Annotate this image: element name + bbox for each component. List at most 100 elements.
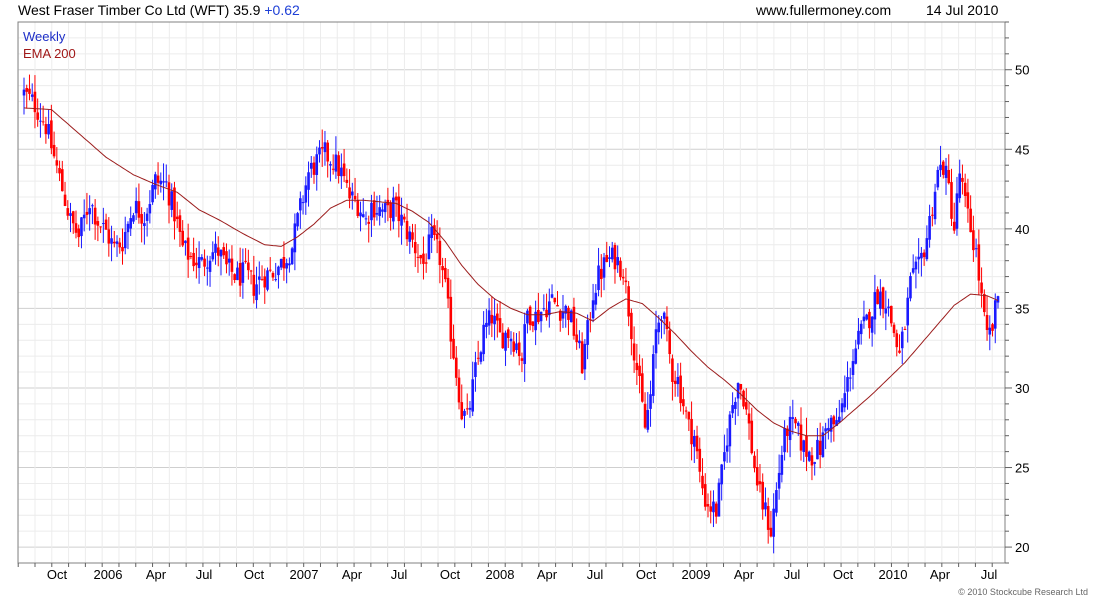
candle bbox=[164, 164, 168, 188]
candle bbox=[766, 497, 770, 544]
candle bbox=[331, 154, 335, 175]
candle-body bbox=[227, 258, 231, 263]
candle bbox=[531, 321, 535, 333]
candle bbox=[110, 225, 113, 262]
candle bbox=[911, 254, 915, 275]
candle-body bbox=[931, 214, 934, 216]
candle bbox=[703, 473, 707, 511]
candle-body bbox=[277, 266, 280, 276]
candle-body bbox=[983, 294, 986, 313]
candle bbox=[457, 369, 461, 410]
candle-body bbox=[487, 310, 491, 326]
candle bbox=[624, 267, 628, 294]
candle bbox=[854, 339, 858, 365]
y-tick-label: 25 bbox=[1015, 461, 1029, 476]
candle bbox=[85, 192, 89, 225]
candle bbox=[348, 169, 351, 209]
candle bbox=[725, 428, 729, 463]
y-tick-label: 35 bbox=[1015, 301, 1029, 316]
candle bbox=[244, 248, 247, 264]
candle bbox=[684, 406, 688, 419]
candle bbox=[810, 447, 814, 481]
candle-body bbox=[493, 315, 496, 325]
candle bbox=[742, 389, 745, 410]
candle-body bbox=[925, 238, 929, 260]
x-tick-label: 2009 bbox=[682, 567, 711, 582]
candle bbox=[734, 397, 737, 425]
candle bbox=[846, 361, 849, 410]
candle-body bbox=[340, 167, 343, 177]
candle bbox=[731, 392, 734, 419]
candle bbox=[506, 327, 510, 349]
x-tick-label: Apr bbox=[537, 567, 558, 582]
candle bbox=[206, 255, 209, 286]
candle-body bbox=[783, 427, 786, 453]
candle-body bbox=[381, 209, 384, 212]
candle-body bbox=[206, 267, 209, 269]
x-tick-label: Oct bbox=[440, 567, 461, 582]
candle-body bbox=[580, 341, 584, 374]
candle bbox=[635, 343, 639, 386]
candle bbox=[900, 326, 904, 364]
candle-body bbox=[900, 331, 904, 349]
candle-body bbox=[889, 305, 893, 324]
candle-body bbox=[402, 216, 406, 220]
candle-body bbox=[233, 274, 236, 281]
candle-body bbox=[134, 200, 138, 214]
candle-body bbox=[118, 242, 122, 248]
candle-body bbox=[181, 230, 184, 246]
candle-body bbox=[654, 329, 658, 354]
candle-body bbox=[468, 407, 472, 410]
candle-body bbox=[643, 403, 647, 428]
candle-body bbox=[917, 256, 920, 260]
candle bbox=[750, 407, 754, 455]
candle-body bbox=[449, 296, 453, 342]
candle-body bbox=[668, 330, 671, 355]
candle-body bbox=[320, 147, 324, 149]
candle bbox=[476, 340, 480, 365]
candle-body bbox=[238, 263, 242, 286]
candle bbox=[512, 332, 516, 357]
candle bbox=[542, 294, 546, 312]
candle bbox=[430, 214, 433, 254]
candle-body bbox=[178, 215, 182, 232]
candle-body bbox=[818, 440, 822, 455]
candle bbox=[818, 422, 822, 469]
candle bbox=[255, 266, 258, 309]
candle-body bbox=[285, 263, 288, 269]
candle bbox=[794, 416, 797, 429]
candle-body bbox=[764, 502, 767, 510]
candle bbox=[227, 249, 231, 276]
candle bbox=[36, 98, 39, 127]
candle bbox=[424, 253, 428, 273]
candle-body bbox=[963, 182, 967, 197]
candle-body bbox=[898, 350, 901, 353]
candle bbox=[813, 461, 816, 476]
candle-body bbox=[591, 300, 595, 319]
candle-body bbox=[873, 292, 877, 320]
candle-body bbox=[370, 202, 373, 221]
candle-body bbox=[383, 203, 387, 213]
candle-body bbox=[290, 248, 294, 265]
candle bbox=[263, 268, 267, 304]
candle bbox=[345, 168, 349, 188]
candle bbox=[58, 160, 61, 182]
candle-body bbox=[802, 440, 806, 453]
candle-body bbox=[794, 418, 797, 424]
candle bbox=[881, 286, 885, 319]
candle bbox=[523, 312, 526, 382]
candle-body bbox=[966, 192, 970, 209]
candle-body bbox=[728, 414, 732, 447]
candle bbox=[386, 187, 390, 222]
candle bbox=[389, 200, 392, 231]
candle-body bbox=[263, 276, 267, 288]
candle-body bbox=[315, 154, 319, 175]
candle bbox=[460, 384, 464, 421]
candle-body bbox=[427, 234, 431, 260]
candle-body bbox=[517, 342, 521, 357]
copyright: © 2010 Stockcube Research Ltd bbox=[958, 587, 1088, 597]
candle bbox=[693, 429, 696, 464]
candle bbox=[28, 74, 31, 101]
candle-body bbox=[208, 260, 212, 272]
candle-body bbox=[151, 184, 154, 203]
